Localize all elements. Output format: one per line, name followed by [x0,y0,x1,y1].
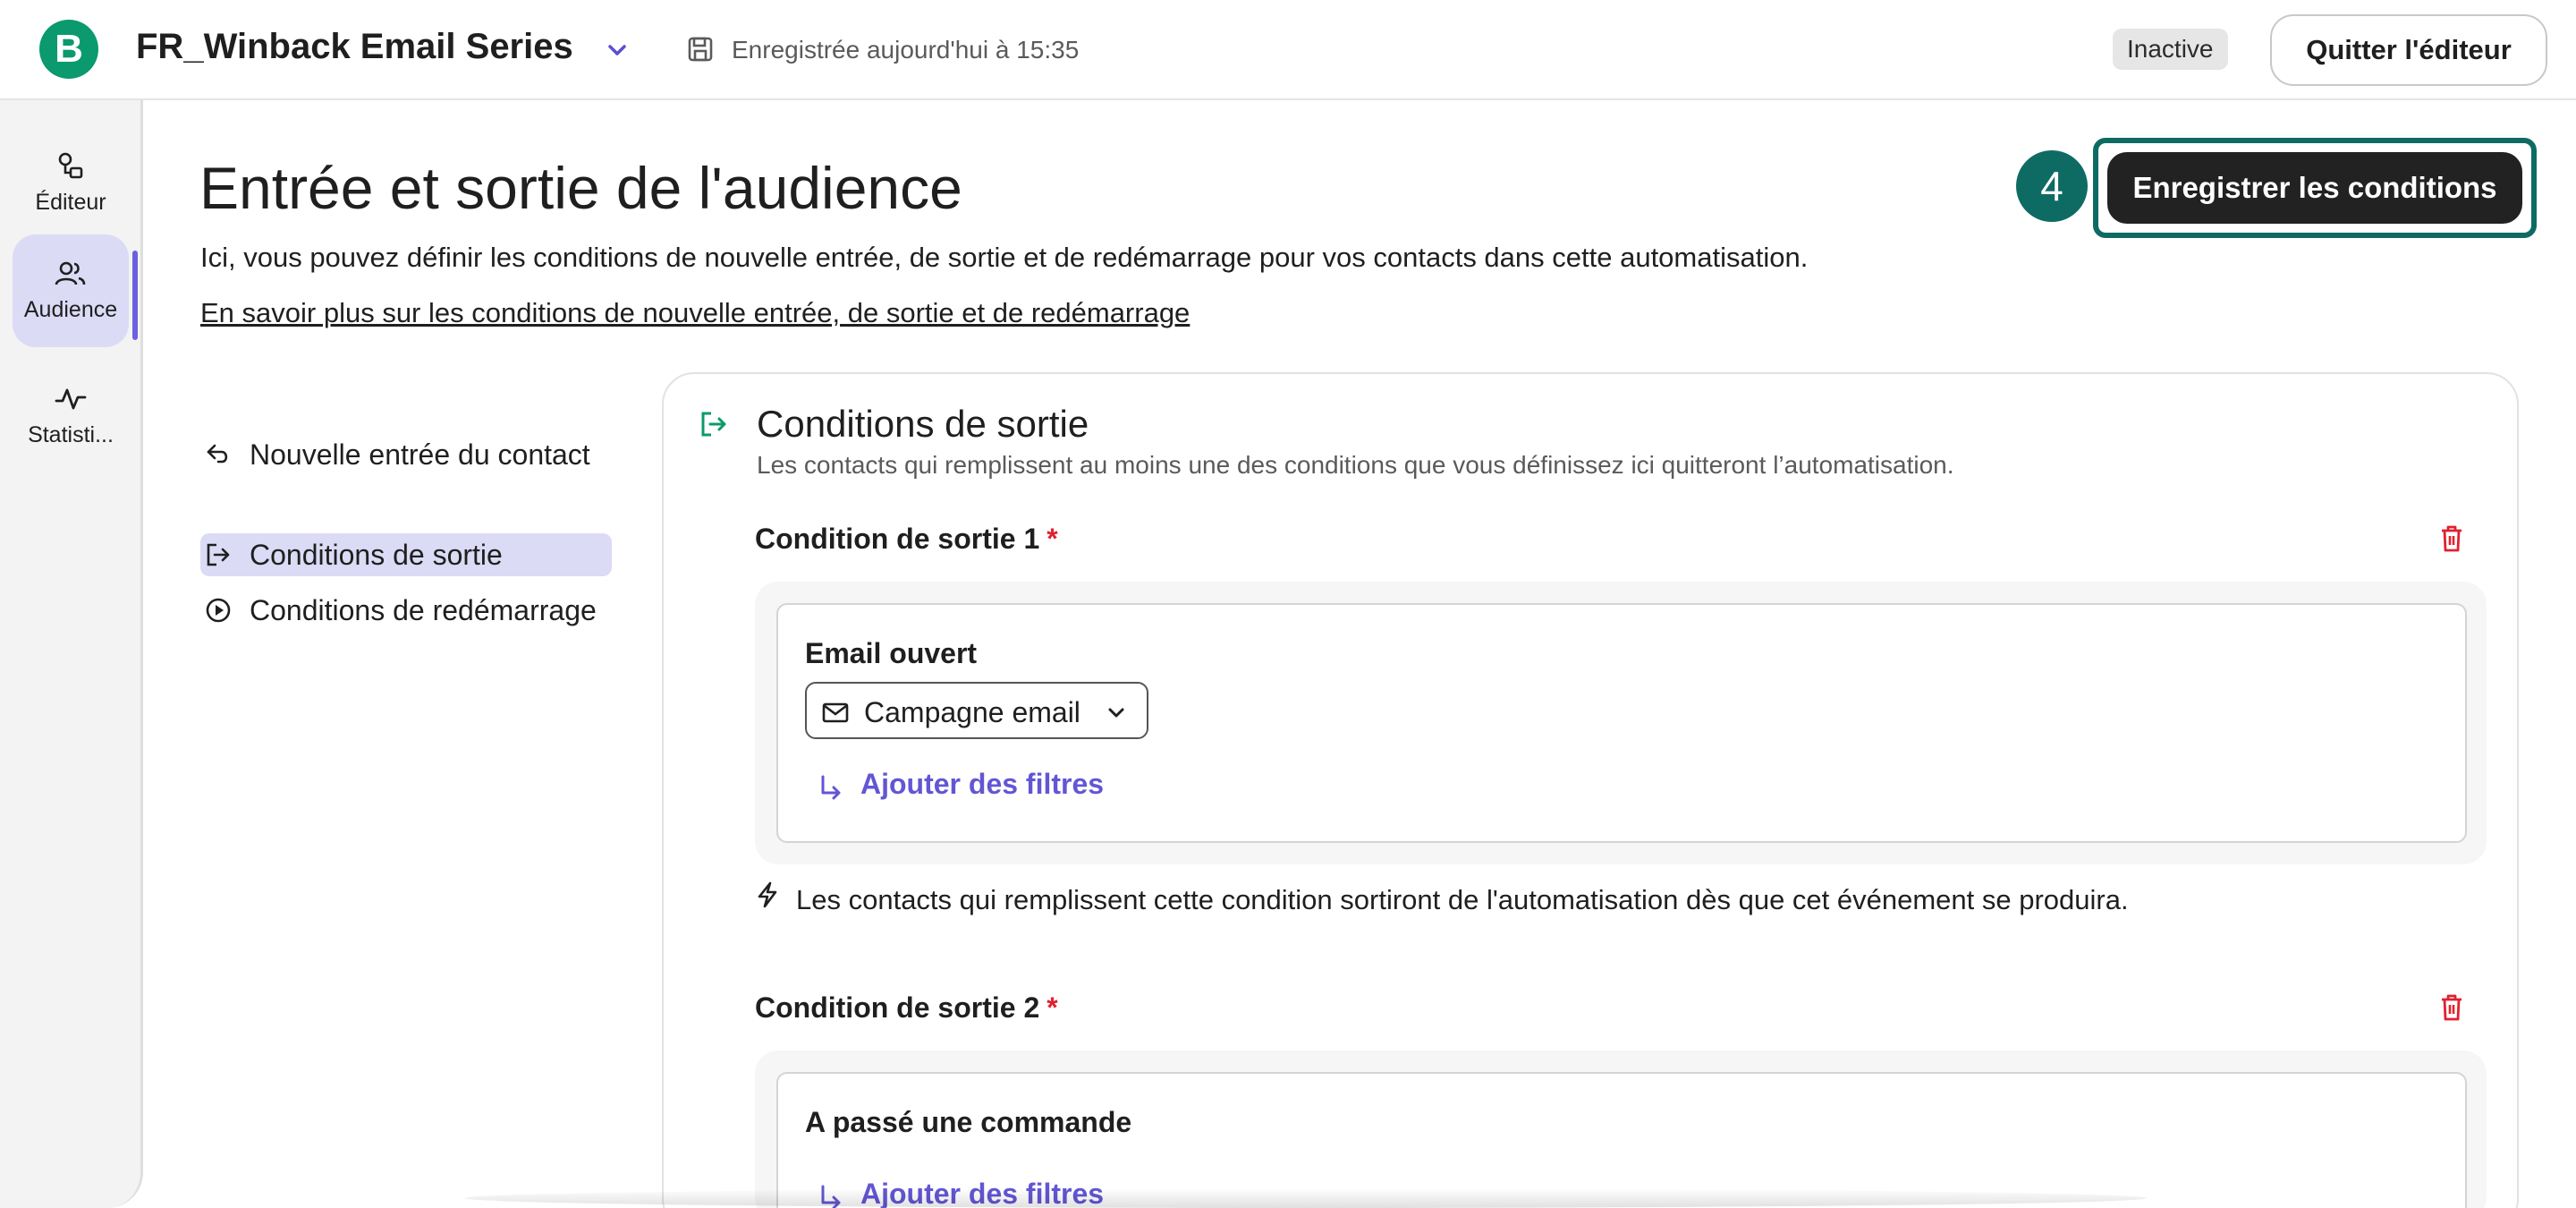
page-title: Entrée et sortie de l'audience [199,155,962,221]
event-name: A passé une commande [805,1106,1132,1138]
save-icon [688,37,713,62]
exit-icon [701,412,726,437]
sidebar-item-label: Statisti... [28,422,114,447]
event-name: Email ouvert [805,637,978,669]
trash-icon[interactable] [2436,523,2467,555]
nav-item-label: Conditions de redémarrage [250,594,597,626]
play-circle-icon [206,598,231,623]
editor-icon [58,152,83,179]
audience-icon [55,261,86,285]
condition-title: Condition de sortie 1 [755,523,1040,555]
lightning-icon [758,881,777,908]
save-conditions-button[interactable]: Enregistrer les conditions [2107,152,2522,224]
sidebar-item-statistics[interactable]: Statisti... [13,360,129,472]
trash-icon[interactable] [2436,991,2467,1024]
sidebar-item-label: Éditeur [35,190,106,215]
automation-title: FR_Winback Email Series [136,27,573,66]
scroll-shadow [465,1188,2147,1208]
campaign-select[interactable]: Campagne email [805,682,1148,739]
trigger-note: Les contacts qui remplissent cette condi… [796,884,2129,915]
required-mark: * [1046,523,1058,555]
brand-logo[interactable]: B [39,20,98,79]
undo-arrow-icon [207,444,228,464]
step-number-badge: 4 [2016,150,2088,222]
sidebar-item-label: Audience [23,297,118,322]
nav-item-new-entry[interactable]: Nouvelle entrée du contact [200,433,612,476]
arrow-subdirectory-icon [821,775,841,800]
condition-label: Condition de sortie 1 * [755,523,1058,556]
page-description: Ici, vous pouvez définir les conditions … [200,242,1809,273]
nav-item-label: Conditions de sortie [250,539,503,571]
condition-title: Condition de sortie 2 [755,991,1040,1024]
learn-more-link[interactable]: En savoir plus sur les conditions de nou… [200,297,1190,329]
nav-item-label: Nouvelle entrée du contact [250,438,590,471]
add-filters-button[interactable]: Ajouter des filtres [816,768,1104,801]
save-status: Enregistrée aujourd'hui à 15:35 [732,36,1080,64]
statistics-icon [55,388,87,410]
add-filters-label: Ajouter des filtres [860,768,1105,800]
select-value: Campagne email [864,696,1080,728]
chevron-down-icon[interactable] [603,32,631,68]
chevron-down-icon [1108,708,1124,718]
sidebar: Éditeur Audience Statisti... [0,100,143,1208]
panel-title: Conditions de sortie [757,403,1089,445]
panel-subtitle: Les contacts qui remplissent au moins un… [757,451,1954,479]
status-badge: Inactive [2113,29,2228,70]
quit-editor-button[interactable]: Quitter l'éditeur [2270,14,2547,86]
condition-label: Condition de sortie 2 * [755,991,1058,1025]
sidebar-active-indicator [132,251,138,340]
sidebar-item-audience[interactable]: Audience [13,234,129,347]
exit-icon [207,543,230,566]
top-bar: B FR_Winback Email Series Enregistrée au… [0,0,2576,100]
nav-item-exit-conditions[interactable]: Conditions de sortie [200,533,612,576]
nav-item-restart-conditions[interactable]: Conditions de redémarrage [200,589,612,632]
required-mark: * [1046,991,1058,1024]
sidebar-item-editor[interactable]: Éditeur [13,127,129,240]
mail-icon [822,702,849,723]
